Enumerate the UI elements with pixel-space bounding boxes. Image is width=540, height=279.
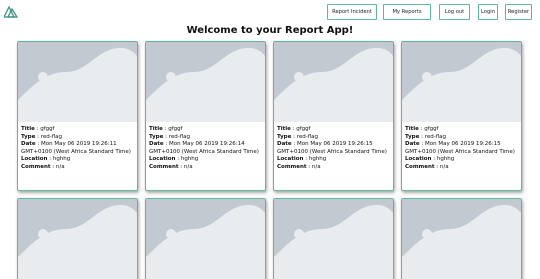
report-location: hghhg bbox=[436, 156, 455, 163]
login-button[interactable]: Login bbox=[478, 4, 498, 20]
report-card[interactable]: Title : gfggf Type : red-flag Date : Mon… bbox=[273, 41, 394, 191]
report-card[interactable] bbox=[273, 198, 394, 279]
report-comment: n/a bbox=[439, 163, 449, 170]
report-card[interactable] bbox=[401, 198, 522, 279]
my-reports-button[interactable]: My Reports bbox=[383, 4, 431, 20]
report-type: red-flag bbox=[424, 133, 447, 140]
report-type: red-flag bbox=[40, 133, 63, 140]
report-comment: n/a bbox=[55, 163, 65, 170]
report-card[interactable]: Title : gfggf Type : red-flag Date : Mon… bbox=[401, 41, 522, 191]
report-card[interactable] bbox=[145, 198, 266, 279]
date-label: Date bbox=[149, 141, 164, 148]
type-label: Type bbox=[149, 133, 164, 140]
report-comment: n/a bbox=[311, 163, 321, 170]
title-label: Title bbox=[21, 126, 35, 132]
report-details: Title : gfggf Type : red-flag Date : Mon… bbox=[21, 126, 131, 170]
report-type: red-flag bbox=[296, 133, 319, 140]
title-label: Title bbox=[277, 126, 291, 132]
image-placeholder-icon bbox=[274, 199, 393, 279]
page-title: Welcome to your Report App! bbox=[186, 25, 354, 36]
report-details: Title : gfggf Type : red-flag Date : Mon… bbox=[405, 126, 515, 170]
log-out-button[interactable]: Log out bbox=[439, 4, 470, 20]
location-label: Location bbox=[149, 156, 176, 163]
report-title: gfggf bbox=[40, 126, 55, 132]
report-location: hghhg bbox=[180, 156, 199, 163]
date-label: Date bbox=[21, 141, 36, 148]
report-comment: n/a bbox=[183, 163, 193, 170]
date-label: Date bbox=[405, 141, 420, 148]
report-date: Mon May 06 2019 19:26:14 GMT+0100 (West … bbox=[149, 141, 259, 155]
report-location: hghhg bbox=[52, 156, 71, 163]
type-label: Type bbox=[21, 133, 36, 140]
report-date: Mon May 06 2019 19:26:11 GMT+0100 (West … bbox=[21, 141, 131, 155]
comment-label: Comment bbox=[405, 163, 435, 170]
comment-label: Comment bbox=[21, 163, 51, 170]
location-label: Location bbox=[405, 156, 432, 163]
image-placeholder-icon bbox=[18, 199, 137, 279]
title-label: Title bbox=[405, 126, 419, 132]
type-label: Type bbox=[405, 133, 420, 140]
report-card[interactable]: Title : gfggf Type : red-flag Date : Mon… bbox=[17, 41, 138, 191]
report-type: red-flag bbox=[168, 133, 191, 140]
report-title: gfggf bbox=[296, 126, 311, 132]
app-logo-icon[interactable] bbox=[4, 6, 18, 18]
image-placeholder-icon bbox=[146, 199, 265, 279]
comment-label: Comment bbox=[277, 163, 307, 170]
report-details: Title : gfggf Type : red-flag Date : Mon… bbox=[277, 126, 387, 170]
location-label: Location bbox=[277, 156, 304, 163]
location-label: Location bbox=[21, 156, 48, 163]
image-placeholder-icon bbox=[402, 199, 521, 279]
image-placeholder-icon bbox=[402, 42, 521, 122]
report-title: gfggf bbox=[168, 126, 183, 132]
report-date: Mon May 06 2019 19:26:15 GMT+0100 (West … bbox=[277, 141, 387, 155]
type-label: Type bbox=[277, 133, 292, 140]
title-label: Title bbox=[149, 126, 163, 132]
report-incident-button[interactable]: Report Incident bbox=[327, 4, 377, 20]
report-card[interactable] bbox=[17, 198, 138, 279]
comment-label: Comment bbox=[149, 163, 179, 170]
date-label: Date bbox=[277, 141, 292, 148]
image-placeholder-icon bbox=[274, 42, 393, 122]
report-title: gfggf bbox=[424, 126, 439, 132]
report-location: hghhg bbox=[308, 156, 327, 163]
report-card[interactable]: Title : gfggf Type : red-flag Date : Mon… bbox=[145, 41, 266, 191]
report-date: Mon May 06 2019 19:26:15 GMT+0100 (West … bbox=[405, 141, 515, 155]
register-button[interactable]: Register bbox=[505, 4, 532, 20]
image-placeholder-icon bbox=[146, 42, 265, 122]
report-details: Title : gfggf Type : red-flag Date : Mon… bbox=[149, 126, 259, 170]
image-placeholder-icon bbox=[18, 42, 137, 122]
